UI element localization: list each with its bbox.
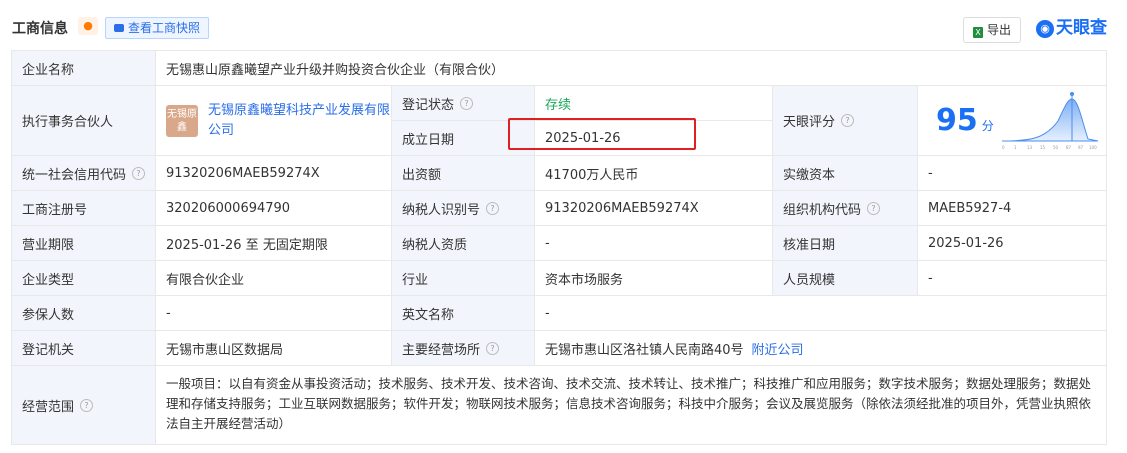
label-type: 企业类型: [12, 261, 156, 296]
help-icon[interactable]: ?: [867, 201, 881, 215]
value-tax-qual: -: [535, 226, 773, 261]
label-reg-status-text: 登记状态: [402, 97, 455, 113]
label-industry: 行业: [392, 261, 535, 296]
value-industry: 资本市场服务: [535, 261, 773, 296]
help-icon[interactable]: ?: [486, 341, 500, 355]
axis-tick: 100: [1089, 145, 1097, 150]
value-approve-date: 2025-01-26: [918, 226, 1107, 261]
business-info-table: 企业名称 无锡惠山原鑫曦望产业升级并购投资合伙企业（有限合伙） 执行事务合伙人 …: [11, 50, 1107, 445]
brand-logo: ◉ 天眼查: [1036, 16, 1107, 40]
label-org-code-text: 组织机构代码: [783, 202, 862, 218]
axis-tick: 50: [1053, 145, 1059, 150]
label-reg-status: 登记状态?: [392, 86, 535, 121]
value-english-name: -: [535, 296, 1107, 331]
value-authority: 无锡市惠山区数据局: [156, 331, 392, 366]
value-insured: -: [156, 296, 392, 331]
view-snapshot-button[interactable]: 查看工商快照: [105, 17, 210, 39]
value-rating: 95 分 0 1 13 15 50 87 97 100: [918, 86, 1107, 156]
distribution-curve: [1001, 97, 1098, 141]
rating-distribution-chart: 0 1 13 15 50 87 97 100: [1001, 91, 1098, 150]
address-text: 无锡市惠山区洛社镇人民南路40号: [545, 342, 744, 358]
export-button[interactable]: X 导出: [963, 17, 1021, 43]
value-scope: 一般项目：以自有资金从事投资活动；技术服务、技术开发、技术咨询、技术交流、技术转…: [156, 366, 1107, 445]
label-address: 主要经营场所?: [392, 331, 535, 366]
axis-tick: 1: [1014, 145, 1017, 150]
help-icon[interactable]: ?: [80, 398, 94, 412]
help-icon[interactable]: ?: [460, 96, 474, 110]
label-staff: 人员规模: [773, 261, 918, 296]
axis-tick: 15: [1040, 145, 1046, 150]
value-reg-number: 320206000694790: [156, 191, 392, 226]
value-paid-capital: -: [918, 156, 1107, 191]
bell-icon[interactable]: ●: [78, 17, 98, 35]
label-taxpayer-id-text: 纳税人识别号: [402, 202, 481, 218]
section-title: 工商信息: [12, 21, 68, 37]
export-label: 导出: [986, 23, 1011, 37]
value-partner: 无锡原鑫 无锡原鑫曦望科技产业发展有限公司: [156, 86, 392, 156]
nearby-companies-link[interactable]: 附近公司: [752, 339, 804, 358]
axis-tick: 97: [1078, 145, 1084, 150]
partner-link[interactable]: 无锡原鑫曦望科技产业发展有限公司: [208, 101, 391, 141]
label-authority: 登记机关: [12, 331, 156, 366]
label-paid-capital: 实缴资本: [773, 156, 918, 191]
value-address: 无锡市惠山区洛社镇人民南路40号 附近公司: [535, 331, 1107, 366]
value-staff: -: [918, 261, 1107, 296]
label-rating: 天眼评分?: [773, 86, 918, 156]
value-type: 有限合伙企业: [156, 261, 392, 296]
label-tax-qual: 纳税人资质: [392, 226, 535, 261]
label-scope: 经营范围?: [12, 366, 156, 445]
label-taxpayer-id: 纳税人识别号?: [392, 191, 535, 226]
camera-icon: [114, 24, 124, 32]
rating-score: 95: [936, 103, 978, 138]
value-org-code: MAEB5927-4: [918, 191, 1107, 226]
help-icon[interactable]: ?: [841, 114, 855, 127]
value-credit-code: 91320206MAEB59274X: [156, 156, 392, 191]
label-scope-text: 经营范围: [22, 399, 75, 415]
tianyancha-logo-icon: ◉: [1036, 20, 1054, 38]
value-reg-status: 存续: [535, 86, 773, 121]
value-company-name: 无锡惠山原鑫曦望产业升级并购投资合伙企业（有限合伙）: [156, 51, 1107, 86]
label-reg-number: 工商注册号: [12, 191, 156, 226]
label-credit-code: 统一社会信用代码?: [12, 156, 156, 191]
value-term: 2025-01-26 至 无固定期限: [156, 226, 392, 261]
help-icon[interactable]: ?: [132, 166, 146, 180]
help-icon[interactable]: ?: [486, 201, 500, 215]
label-credit-code-text: 统一社会信用代码: [22, 167, 127, 183]
label-insured: 参保人数: [12, 296, 156, 331]
label-rating-text: 天眼评分: [783, 115, 836, 130]
label-approve-date: 核准日期: [773, 226, 918, 261]
value-taxpayer-id: 91320206MAEB59274X: [535, 191, 773, 226]
axis-tick: 87: [1066, 145, 1072, 150]
label-english-name: 英文名称: [392, 296, 535, 331]
label-org-code: 组织机构代码?: [773, 191, 918, 226]
rating-unit: 分: [981, 119, 994, 133]
axis-tick: 13: [1027, 145, 1033, 150]
section-header: 工商信息 ● 查看工商快照 X 导出 ◉ 天眼查: [0, 0, 1127, 50]
excel-icon: X: [972, 27, 983, 38]
axis-tick: 0: [1002, 145, 1005, 150]
label-term: 营业期限: [12, 226, 156, 261]
label-address-text: 主要经营场所: [402, 342, 481, 358]
score-marker-dot: [1069, 91, 1074, 96]
label-capital: 出资额: [392, 156, 535, 191]
label-partner: 执行事务合伙人: [12, 86, 156, 156]
label-company-name: 企业名称: [12, 51, 156, 86]
value-capital: 41700万人民币: [535, 156, 773, 191]
partner-seal-icon: 无锡原鑫: [166, 104, 198, 137]
highlight-box: [508, 118, 696, 150]
view-snapshot-label: 查看工商快照: [128, 21, 201, 35]
brand-name: 天眼查: [1056, 18, 1107, 38]
